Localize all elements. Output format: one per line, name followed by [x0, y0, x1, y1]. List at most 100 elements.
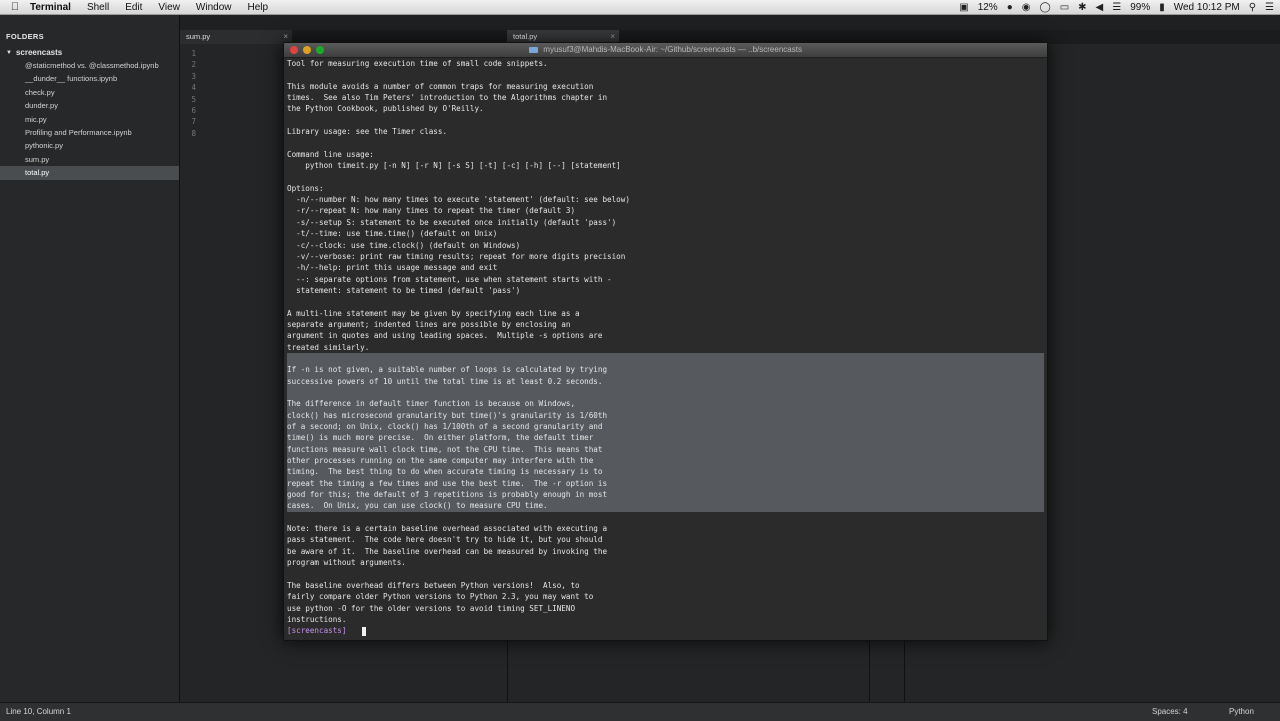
terminal-line: statement: statement to be timed (defaul… [287, 285, 521, 295]
sync-icon[interactable]: ◉ [1022, 2, 1031, 13]
line-number: 8 [191, 128, 196, 138]
terminal-line: If -n is not given, a suitable number of… [287, 364, 1044, 376]
terminal-line: -h/--help: print this usage message and … [287, 263, 498, 273]
battery-icon[interactable]: ▮ [1159, 2, 1165, 13]
sidebar-file-list: @staticmethod vs. @classmethod.ipynb __d… [0, 59, 179, 180]
wifi-icon[interactable]: ☰ [1112, 2, 1121, 13]
sidebar: FOLDERS ▼ screencasts @staticmethod vs. … [0, 15, 180, 702]
sidebar-item-check-py[interactable]: check.py [0, 86, 179, 99]
menu-window[interactable]: Window [188, 2, 240, 13]
terminal-line: -c/--clock: use time.clock() (default on… [287, 240, 521, 250]
terminal-line: python timeit.py [-n N] [-r N] [-s S] [-… [287, 161, 621, 171]
time-machine-icon[interactable]: ◯ [1039, 2, 1050, 13]
terminal-line: functions measure wall clock time, not t… [287, 443, 1044, 456]
terminal-line: -s/--setup S: statement to be executed o… [287, 217, 617, 227]
terminal-line: of a second; on Unix, clock() has 1/100t… [287, 421, 1044, 433]
terminal-line: separate argument; indented lines are po… [287, 319, 571, 329]
terminal-line [287, 386, 1044, 399]
zoom-window-button[interactable] [316, 46, 324, 54]
terminal-line: instructions. [287, 614, 347, 624]
sidebar-item-dunder-py[interactable]: dunder.py [0, 99, 179, 112]
minimize-window-button[interactable] [303, 46, 311, 54]
menu-help[interactable]: Help [240, 2, 277, 13]
line-number-gutter: 1 2 3 4 5 6 7 8 [180, 48, 196, 139]
sidebar-item-staticmethod-ipynb[interactable]: @staticmethod vs. @classmethod.ipynb [0, 59, 179, 72]
terminal-line: Tool for measuring execution time of sma… [287, 59, 548, 68]
terminal-line: successive powers of 10 until the total … [287, 375, 1044, 387]
terminal-line: Library usage: see the Timer class. [287, 127, 448, 137]
terminal-line: Command line usage: [287, 149, 374, 159]
cursor-position: Line 10, Column 1 [6, 707, 71, 716]
terminal-line: clock() has microsecond granularity but … [287, 409, 1044, 421]
sidebar-item-sum-py[interactable]: sum.py [0, 153, 179, 166]
line-number: 7 [191, 117, 196, 127]
terminal-output[interactable]: Tool for measuring execution time of sma… [287, 58, 1044, 638]
notification-center-icon[interactable]: ☰ [1265, 2, 1274, 13]
terminal-window[interactable]: myusuf3@Mahdis-MacBook-Air: ~/Github/scr… [283, 42, 1048, 641]
line-number: 1 [191, 49, 196, 58]
close-window-button[interactable] [290, 46, 298, 54]
terminal-line: time() is much more precise. On either p… [287, 432, 1044, 444]
status-bar: Line 10, Column 1 Spaces: 4 Python [0, 702, 1280, 721]
terminal-line: other processes running on the same comp… [287, 455, 1044, 467]
menu-clock[interactable]: Wed 10:12 PM [1174, 2, 1240, 13]
line-number: 3 [191, 71, 196, 81]
indentation-setting[interactable]: Spaces: 4 [1152, 707, 1188, 716]
terminal-line: -t/--time: use time.time() (default on U… [287, 229, 498, 239]
terminal-title-bar[interactable]: myusuf3@Mahdis-MacBook-Air: ~/Github/scr… [284, 43, 1047, 58]
terminal-line: The baseline overhead differs between Py… [287, 580, 580, 590]
sidebar-item-mic-py[interactable]: mic.py [0, 113, 179, 126]
terminal-line: the Python Cookbook, published by O'Reil… [287, 104, 484, 114]
terminal-line: timing. The best thing to do when accura… [287, 466, 1044, 478]
terminal-line: cases. On Unix, you can use clock() to m… [287, 500, 1044, 512]
syntax-selector[interactable]: Python [1229, 707, 1254, 716]
tab-sum-py[interactable]: sum.py × [180, 30, 292, 44]
sidebar-folder-screencasts[interactable]: ▼ screencasts [0, 41, 179, 57]
terminal-line: program without arguments. [287, 558, 406, 568]
terminal-line: fairly compare older Python versions to … [287, 592, 594, 602]
tab-label: total.py [513, 32, 538, 41]
text-cursor [362, 626, 367, 636]
terminal-line: Note: there is a certain baseline overhe… [287, 524, 608, 534]
sidebar-item-profiling-ipynb[interactable]: Profiling and Performance.ipynb [0, 126, 179, 139]
cpu-usage[interactable]: 12% [978, 2, 998, 13]
terminal-line: argument in quotes and using leading spa… [287, 331, 603, 341]
menu-app-name[interactable]: Terminal [30, 2, 79, 13]
menu-bar:  Terminal Shell Edit View Window Help ▣… [0, 0, 1280, 15]
terminal-line: use python -O for the older versions to … [287, 603, 576, 613]
sidebar-item-total-py[interactable]: total.py [0, 166, 179, 180]
terminal-line: be aware of it. The baseline overhead ca… [287, 546, 608, 556]
app-status-icon[interactable]: ● [1007, 2, 1013, 13]
line-number: 2 [191, 60, 196, 70]
menu-edit[interactable]: Edit [117, 2, 150, 13]
sidebar-folder-label: screencasts [15, 48, 63, 57]
terminal-line: This module avoids a number of common tr… [287, 81, 594, 91]
bluetooth-icon[interactable]: ✱ [1078, 2, 1086, 13]
airplay-icon[interactable]: ▭ [1060, 2, 1069, 13]
terminal-line: repeat the timing a few times and use th… [287, 477, 1044, 490]
terminal-prompt-line[interactable]: [screencasts] [287, 625, 1044, 636]
terminal-line: times. See also Tim Peters' introduction… [287, 93, 608, 103]
triangle-down-icon[interactable]: ▼ [6, 50, 12, 56]
menu-view[interactable]: View [150, 2, 188, 13]
terminal-line: -r/--repeat N: how many times to repeat … [287, 206, 576, 216]
apple-menu-icon[interactable]:  [0, 1, 30, 13]
line-number: 5 [191, 94, 196, 104]
sidebar-item-pythonic-py[interactable]: pythonic.py [0, 139, 179, 152]
sidebar-item-dunder-ipynb[interactable]: __dunder__ functions.ipynb [0, 72, 179, 85]
terminal-line: pass statement. The code here doesn't tr… [287, 535, 603, 545]
terminal-line: --: separate options from statement, use… [287, 274, 612, 284]
battery-percent[interactable]: 99% [1130, 2, 1150, 13]
screen-record-icon[interactable]: ▣ [959, 2, 968, 13]
volume-icon[interactable]: ◀ [1096, 2, 1104, 13]
terminal-line: -v/--verbose: print raw timing results; … [287, 251, 626, 261]
menu-shell[interactable]: Shell [79, 2, 117, 13]
terminal-line [287, 352, 1044, 365]
spotlight-search-icon[interactable]: ⚲ [1249, 2, 1256, 13]
